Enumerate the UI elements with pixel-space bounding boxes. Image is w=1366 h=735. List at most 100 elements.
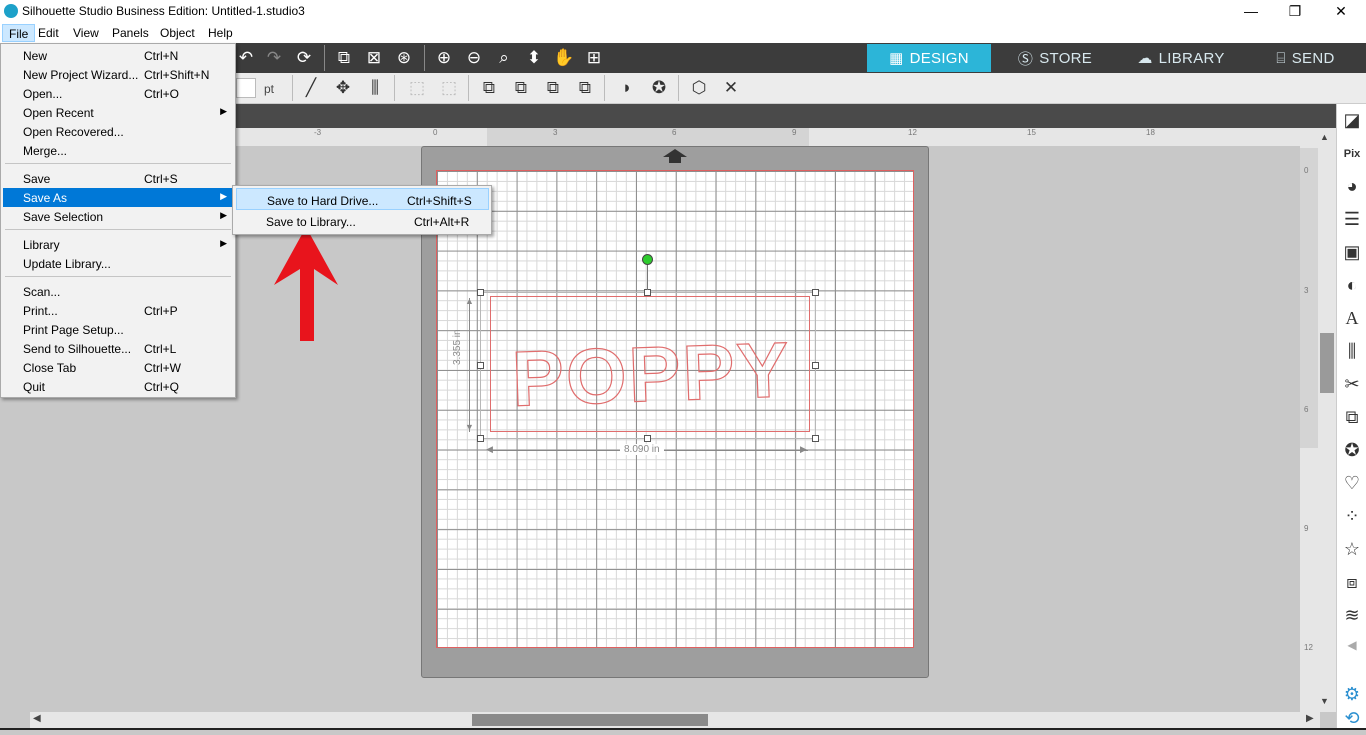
resize-handle[interactable] — [644, 435, 651, 442]
size-field[interactable] — [236, 78, 256, 98]
ruler-label: 18 — [1146, 128, 1155, 137]
select-by-color-icon[interactable]: ⊛ — [392, 46, 416, 70]
menu-item-save-to-hard-drive[interactable]: Save to Hard Drive... Ctrl+Shift+S — [236, 188, 489, 210]
design-outline[interactable]: POPPY — [490, 296, 810, 432]
group-icon[interactable]: ⬚ — [404, 75, 430, 101]
align-panel-icon[interactable]: ⫼ — [1337, 335, 1366, 368]
star-shape-icon[interactable]: ✪ — [646, 75, 672, 101]
redo-icon[interactable]: ↷ — [262, 46, 286, 70]
close-button[interactable]: ✕ — [1318, 0, 1364, 23]
page-setup-icon[interactable]: ◪ — [1337, 104, 1366, 137]
rhinestone-icon[interactable]: ⁘ — [1337, 500, 1366, 533]
vertical-scroll-thumb[interactable] — [1320, 333, 1334, 393]
ungroup-icon[interactable]: ⬚ — [436, 75, 462, 101]
select-all-icon[interactable]: ⧉ — [332, 46, 356, 70]
menu-item-open-recent[interactable]: Open Recent ▶ — [3, 103, 233, 122]
scroll-right-arrow-icon[interactable]: ▶ — [1306, 713, 1314, 724]
fill-color-icon[interactable]: ◕ — [1337, 170, 1366, 203]
resize-handle[interactable] — [644, 289, 651, 296]
deselect-icon[interactable]: ⊠ — [362, 46, 386, 70]
menu-file[interactable]: File — [2, 24, 36, 42]
rotate-handle[interactable] — [642, 254, 653, 265]
offset-icon[interactable]: ♡ — [1337, 467, 1366, 500]
delete-icon[interactable]: ✕ — [718, 75, 744, 101]
menu-item-save[interactable]: Save Ctrl+S — [3, 169, 233, 188]
menu-item-quit[interactable]: Quit Ctrl+Q — [3, 377, 233, 396]
menu-item-close-tab[interactable]: Close Tab Ctrl+W — [3, 358, 233, 377]
maximize-button[interactable]: ❐ — [1272, 0, 1318, 23]
menu-item-new-project-wizard[interactable]: New Project Wizard... Ctrl+Shift+N — [3, 65, 233, 84]
title-bar: Silhouette Studio Business Edition: Unti… — [0, 0, 1366, 23]
height-label: 3.355 in — [452, 329, 463, 365]
menu-item-save-to-library[interactable]: Save to Library... Ctrl+Alt+R — [236, 210, 489, 232]
zoom-in-icon[interactable]: ⊕ — [432, 46, 456, 70]
hand-pan-icon[interactable]: ✋ — [552, 46, 576, 70]
resize-handle[interactable] — [477, 435, 484, 442]
contrast-icon[interactable]: ◐ — [1337, 269, 1366, 302]
text-icon[interactable]: A — [1337, 302, 1366, 335]
vertical-scrollbar[interactable]: ▲ ▼ — [1318, 128, 1336, 712]
line-tool-icon[interactable]: ╱ — [298, 75, 324, 101]
resize-handle[interactable] — [812, 362, 819, 369]
menu-panels[interactable]: Panels — [106, 24, 155, 42]
scroll-down-arrow-icon[interactable]: ▼ — [1320, 696, 1329, 706]
menu-item-merge[interactable]: Merge... — [3, 141, 233, 160]
align-icon[interactable]: ⫼ — [362, 75, 388, 101]
shapes-icon[interactable]: ◗ — [614, 75, 640, 101]
zoom-out-icon[interactable]: ⊖ — [462, 46, 486, 70]
menu-item-library[interactable]: Library ▶ — [3, 235, 233, 254]
menu-item-scan[interactable]: Scan... — [3, 282, 233, 301]
layers-icon[interactable]: ⧈ — [1337, 566, 1366, 599]
menu-item-save-selection[interactable]: Save Selection ▶ — [3, 207, 233, 226]
scroll-left-arrow-icon[interactable]: ◀ — [33, 713, 41, 724]
collapse-arrow-icon[interactable]: ◀ — [1337, 628, 1366, 661]
menu-help[interactable]: Help — [202, 24, 239, 42]
menu-bar: File Edit View Panels Object Help — [0, 23, 1366, 43]
trace-icon[interactable]: ▣ — [1337, 236, 1366, 269]
menu-item-open-recovered[interactable]: Open Recovered... — [3, 122, 233, 141]
menu-edit[interactable]: Edit — [32, 24, 65, 42]
menu-item-print-page-setup[interactable]: Print Page Setup... — [3, 320, 233, 339]
menu-item-new[interactable]: New Ctrl+N — [3, 46, 233, 65]
star-panel-icon[interactable]: ☆ — [1337, 533, 1366, 566]
menu-item-print[interactable]: Print... Ctrl+P — [3, 301, 233, 320]
menu-item-save-as[interactable]: Save As ▶ — [3, 188, 233, 207]
minimize-button[interactable]: — — [1228, 0, 1274, 23]
pan-vertical-icon[interactable]: ⬍ — [522, 46, 546, 70]
silhouette-s-icon: Ⓢ — [1017, 50, 1034, 68]
right-panel: ◪ Pix ◕ ☰ ▣ ◐ A ⫼ ✂ ⧉ ✪ ♡ ⁘ ☆ ⧈ ≋ ◀ ⚙ ⟲ — [1336, 104, 1366, 730]
modify-icon[interactable]: ✪ — [1337, 434, 1366, 467]
send-to-back-icon[interactable]: ⧉ — [508, 75, 534, 101]
menu-item-open[interactable]: Open... Ctrl+O — [3, 84, 233, 103]
tab-design[interactable]: ▦ DESIGN — [867, 44, 991, 72]
menu-item-send-to-silhouette[interactable]: Send to Silhouette... Ctrl+L — [3, 339, 233, 358]
pixscan-icon[interactable]: Pix — [1337, 137, 1366, 170]
menu-item-update-library[interactable]: Update Library... — [3, 254, 233, 273]
zoom-select-icon[interactable]: ⌕ — [492, 46, 516, 70]
fit-to-page-icon[interactable]: ⊞ — [582, 46, 606, 70]
tab-store[interactable]: Ⓢ STORE — [993, 44, 1117, 72]
scroll-up-arrow-icon[interactable]: ▲ — [1320, 132, 1329, 142]
horizontal-scroll-thumb[interactable] — [472, 714, 708, 726]
replicate-icon[interactable]: ⧉ — [1337, 401, 1366, 434]
resize-handle[interactable] — [477, 289, 484, 296]
menu-object[interactable]: Object — [154, 24, 201, 42]
redraw-icon[interactable]: ⟳ — [292, 46, 316, 70]
3d-box-icon[interactable]: ⬡ — [686, 75, 712, 101]
horizontal-scrollbar[interactable]: ◀ ▶ — [30, 712, 1320, 728]
resize-handle[interactable] — [812, 435, 819, 442]
line-style-icon[interactable]: ☰ — [1337, 203, 1366, 236]
undo-icon[interactable]: ↶ — [234, 46, 258, 70]
refresh-icon[interactable]: ⟲ — [1337, 702, 1366, 735]
tab-library[interactable]: ☁ LIBRARY — [1119, 44, 1243, 72]
menu-view[interactable]: View — [67, 24, 105, 42]
resize-handle[interactable] — [812, 289, 819, 296]
move-icon[interactable]: ✥ — [330, 75, 356, 101]
send-backward-icon[interactable]: ⧉ — [572, 75, 598, 101]
bring-to-front-icon[interactable]: ⧉ — [476, 75, 502, 101]
resize-handle[interactable] — [477, 362, 484, 369]
bring-forward-icon[interactable]: ⧉ — [540, 75, 566, 101]
submenu-arrow-icon: ▶ — [220, 210, 227, 220]
transform-icon[interactable]: ✂ — [1337, 368, 1366, 401]
tab-send[interactable]: ⌸ SEND — [1245, 44, 1366, 72]
